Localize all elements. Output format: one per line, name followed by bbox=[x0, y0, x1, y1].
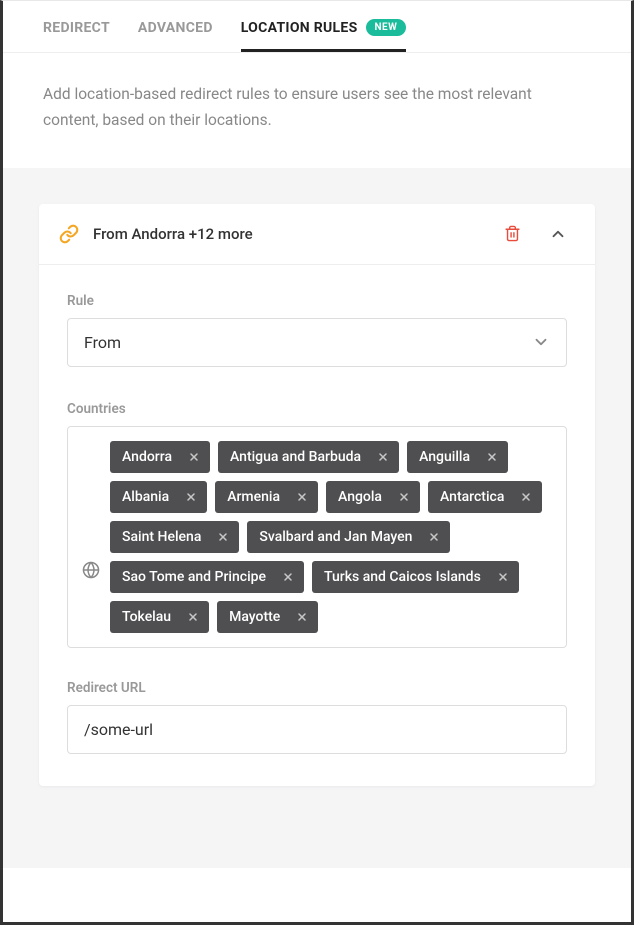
country-chip-label: Armenia bbox=[215, 481, 290, 513]
new-badge: NEW bbox=[366, 19, 407, 36]
rule-select-value: From bbox=[84, 333, 121, 352]
country-chip-label: Turks and Caicos Islands bbox=[312, 561, 491, 593]
country-chip: Albania bbox=[110, 481, 207, 513]
country-chip-label: Sao Tome and Principe bbox=[110, 561, 276, 593]
redirect-url-input[interactable] bbox=[67, 705, 567, 754]
tab-label: ADVANCED bbox=[138, 20, 213, 36]
redirect-url-label: Redirect URL bbox=[67, 680, 567, 696]
tab-redirect[interactable]: REDIRECT bbox=[43, 20, 110, 52]
country-chip-label: Tokelau bbox=[110, 601, 181, 633]
description-text: Add location-based redirect rules to ens… bbox=[3, 53, 631, 168]
globe-icon bbox=[82, 561, 100, 579]
close-icon[interactable] bbox=[182, 443, 210, 471]
link-icon bbox=[59, 224, 79, 244]
country-chip: Angola bbox=[326, 481, 420, 513]
country-chip-label: Antarctica bbox=[428, 481, 514, 513]
country-chips: Andorra Antigua and Barbuda Anguilla Albani… bbox=[110, 441, 552, 633]
chevron-up-icon[interactable] bbox=[549, 225, 567, 243]
rule-card: From Andorra +12 more Rule From Countrie… bbox=[39, 204, 595, 786]
rule-body: Rule From Countries Andorra Antigua and B… bbox=[39, 265, 595, 786]
rules-area: From Andorra +12 more Rule From Countrie… bbox=[3, 168, 631, 868]
close-icon[interactable] bbox=[211, 523, 239, 551]
trash-icon[interactable] bbox=[504, 225, 521, 242]
close-icon[interactable] bbox=[480, 443, 508, 471]
country-chip: Andorra bbox=[110, 441, 210, 473]
tab-location-rules[interactable]: LOCATION RULES NEW bbox=[241, 19, 407, 52]
country-chip: Svalbard and Jan Mayen bbox=[247, 521, 450, 553]
country-chip-label: Saint Helena bbox=[110, 521, 211, 553]
country-chip: Antigua and Barbuda bbox=[218, 441, 399, 473]
country-chip: Tokelau bbox=[110, 601, 209, 633]
country-chip: Saint Helena bbox=[110, 521, 239, 553]
country-chip: Mayotte bbox=[217, 601, 318, 633]
country-chip-label: Antigua and Barbuda bbox=[218, 441, 371, 473]
close-icon[interactable] bbox=[179, 483, 207, 511]
rule-header: From Andorra +12 more bbox=[39, 204, 595, 265]
tab-label: LOCATION RULES bbox=[241, 20, 358, 36]
tab-label: REDIRECT bbox=[43, 20, 110, 36]
country-chip-label: Albania bbox=[110, 481, 179, 513]
countries-field-label: Countries bbox=[67, 401, 567, 417]
rule-field-label: Rule bbox=[67, 293, 567, 309]
country-chip-label: Svalbard and Jan Mayen bbox=[247, 521, 422, 553]
close-icon[interactable] bbox=[491, 563, 519, 591]
tab-advanced[interactable]: ADVANCED bbox=[138, 20, 213, 52]
tabs-bar: REDIRECT ADVANCED LOCATION RULES NEW bbox=[3, 1, 631, 53]
country-chip-label: Anguilla bbox=[407, 441, 480, 473]
close-icon[interactable] bbox=[181, 603, 209, 631]
countries-input[interactable]: Andorra Antigua and Barbuda Anguilla Albani… bbox=[67, 426, 567, 648]
country-chip: Anguilla bbox=[407, 441, 508, 473]
country-chip: Turks and Caicos Islands bbox=[312, 561, 519, 593]
close-icon[interactable] bbox=[392, 483, 420, 511]
country-chip: Antarctica bbox=[428, 481, 542, 513]
chevron-down-icon bbox=[532, 333, 550, 351]
country-chip-label: Mayotte bbox=[217, 601, 290, 633]
rule-title: From Andorra +12 more bbox=[93, 225, 504, 243]
country-chip-label: Angola bbox=[326, 481, 392, 513]
close-icon[interactable] bbox=[276, 563, 304, 591]
country-chip: Armenia bbox=[215, 481, 318, 513]
close-icon[interactable] bbox=[371, 443, 399, 471]
close-icon[interactable] bbox=[290, 603, 318, 631]
close-icon[interactable] bbox=[290, 483, 318, 511]
country-chip-label: Andorra bbox=[110, 441, 182, 473]
close-icon[interactable] bbox=[514, 483, 542, 511]
close-icon[interactable] bbox=[422, 523, 450, 551]
country-chip: Sao Tome and Principe bbox=[110, 561, 304, 593]
rule-select[interactable]: From bbox=[67, 318, 567, 367]
